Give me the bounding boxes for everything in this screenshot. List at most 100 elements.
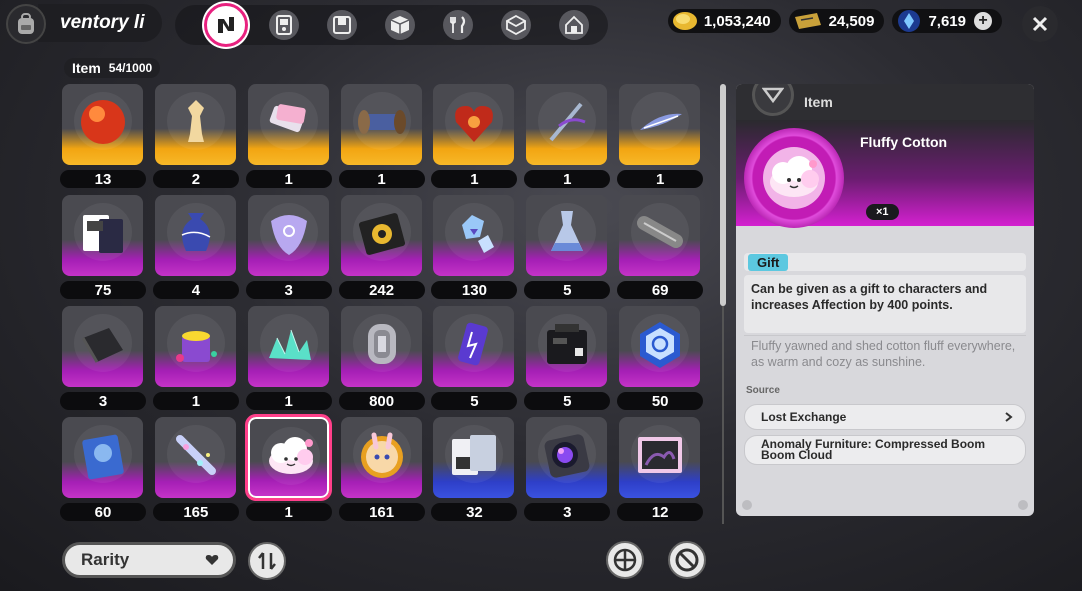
inventory-slot-energy-drink[interactable]: 5 [431,306,524,417]
item-badge [744,128,844,228]
inventory-slot-gear-box[interactable]: 242 [338,195,432,306]
inventory-slot-hex-emblem[interactable]: 50 [617,306,710,417]
inventory-slot-guitar-pick[interactable]: 3 [245,195,339,306]
currency-gold[interactable]: 1,053,240 [667,9,781,33]
inventory-scrollbar[interactable] [720,84,726,524]
item-card[interactable] [247,306,329,387]
tab-all-items[interactable] [197,3,255,47]
item-card[interactable] [340,84,422,165]
inventory-slot-crystal-flask[interactable]: 5 [524,195,617,306]
tab-storage[interactable] [313,5,371,45]
inventory-slot-photo-frame[interactable]: 12 [617,417,710,524]
item-card[interactable] [340,195,422,276]
item-card[interactable] [433,195,515,276]
item-lore: Fluffy yawned and shed cotton fluff ever… [744,335,1026,373]
inventory-slot-ornate-vase[interactable]: 4 [152,195,246,306]
item-quantity: 32 [431,503,518,521]
page-title: ventory li [38,4,162,42]
inventory-slot-card-deck[interactable]: 75 [60,195,153,306]
gold-coin-icon [672,12,697,30]
tab-furniture[interactable] [545,5,603,45]
tab-devices[interactable] [255,5,313,45]
inventory-slot-gem-feather[interactable]: 1 [617,84,710,195]
item-card[interactable] [619,417,701,498]
currency-crystals[interactable]: 7,619 + [892,9,1002,33]
crystal-sword-icon [541,96,593,148]
inventory-slot-fluffy-cotton[interactable]: 1 [244,414,339,524]
inventory-slot-crystal-sword[interactable]: 1 [524,84,617,195]
item-card[interactable] [154,195,236,276]
item-card[interactable] [154,84,236,165]
item-card[interactable] [433,306,515,387]
item-card[interactable] [62,417,143,498]
tab-materials[interactable] [371,5,429,45]
corner-decoration [1018,500,1028,510]
item-card[interactable] [247,84,329,165]
inventory-slot-blue-book[interactable]: 60 [60,417,153,524]
item-card[interactable] [619,195,701,276]
inventory-slot-crystal-cluster[interactable]: 1 [245,306,339,417]
item-card[interactable] [433,417,515,498]
tab-food[interactable] [429,5,487,45]
inventory-slot-photo-cards[interactable]: 32 [431,417,524,524]
item-card[interactable] [433,84,515,165]
tab-blueprints[interactable] [487,5,545,45]
scroll-thumb[interactable] [720,84,726,306]
item-card[interactable] [247,195,329,276]
item-card[interactable] [62,195,143,276]
type-row: Gift [744,253,1026,271]
thread-spool-icon [356,96,408,148]
item-card[interactable] [526,417,608,498]
discard-button[interactable] [668,541,706,579]
inventory-row: 60 165 1 161 32 3 12 [60,414,710,524]
item-card[interactable] [619,306,701,387]
sort-order-button[interactable] [248,542,286,580]
inventory-slot-glitter-wand[interactable]: 165 [152,417,246,524]
close-button[interactable] [1022,6,1058,42]
item-card[interactable] [619,84,701,165]
photo-frame-icon [634,429,686,481]
source-lost-exchange[interactable]: Lost Exchange [744,404,1026,430]
inventory-slot-bunny-badge[interactable]: 161 [338,417,432,524]
item-card[interactable] [526,195,608,276]
currency-bar: 1,053,240 24,509 7,619 + [667,9,1002,33]
inventory-slot-red-orb[interactable]: 13 [60,84,153,195]
inventory-slot-tickets[interactable]: 1 [245,84,339,195]
item-quantity: 130 [431,281,518,299]
inventory-slot-ice-crystals[interactable]: 130 [431,195,524,306]
back-button[interactable] [6,4,46,44]
yarn-spool-icon [634,207,686,259]
inventory-slot-yarn-spool[interactable]: 69 [617,195,710,306]
item-card[interactable] [340,306,422,387]
item-card[interactable] [526,306,608,387]
item-card[interactable] [62,306,143,387]
item-quantity: 165 [152,503,239,521]
inventory-slot-golden-chess-piece[interactable]: 2 [152,84,246,195]
inventory-slot-paint-bucket[interactable]: 1 [152,306,246,417]
item-quantity: 5 [524,281,611,299]
inventory-slot-pixel-coin[interactable]: 800 [338,306,432,417]
inventory-slot-black-crate[interactable]: 5 [524,306,617,417]
item-card[interactable] [154,417,236,498]
item-card[interactable] [526,84,608,165]
item-card[interactable] [62,84,143,165]
inventory-slot-camera-lens[interactable]: 3 [524,417,617,524]
gear-box-icon [356,207,408,259]
source-anomaly-furniture[interactable]: Anomaly Furniture: Compressed Boom Boom … [744,435,1026,465]
item-card[interactable] [340,417,422,498]
inventory-slot-thread-spool[interactable]: 1 [338,84,432,195]
inventory-slot-dark-case[interactable]: 3 [60,306,153,417]
gold-amount: 1,053,240 [703,12,771,30]
sort-dropdown[interactable]: Rarity [62,542,236,578]
inventory-slot-mechanical-heart[interactable]: 1 [431,84,524,195]
add-to-button[interactable] [606,541,644,579]
add-currency-button[interactable]: + [974,12,992,30]
item-quantity: 1 [431,170,518,188]
black-crate-icon [541,318,593,370]
currency-tickets[interactable]: 24,509 [788,9,885,33]
item-card[interactable] [244,414,332,501]
card-deck-icon [77,207,129,259]
tickets-amount: 24,509 [828,12,875,30]
ticket-icon [794,13,821,29]
item-card[interactable] [154,306,236,387]
